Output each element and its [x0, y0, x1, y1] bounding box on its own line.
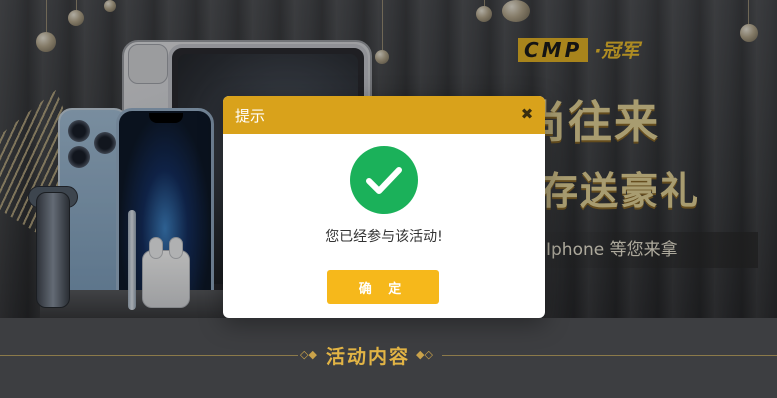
diamond-decoration-left: ◇◆: [300, 348, 317, 361]
divider-line-left: [0, 355, 298, 356]
divider-line-right: [442, 355, 777, 356]
dialog-message: 您已经参与该活动!: [325, 229, 443, 245]
dialog-title: 提示: [235, 106, 266, 125]
dialog-header: 提示 ✖: [223, 96, 545, 134]
close-icon[interactable]: ✖: [519, 106, 535, 122]
alert-dialog: 提示 ✖ 您已经参与该活动! 确 定: [223, 96, 545, 318]
confirm-button[interactable]: 确 定: [327, 270, 439, 304]
success-check-icon: [350, 146, 418, 214]
diamond-decoration-right: ◆◇: [416, 348, 433, 361]
section-title: 活动内容: [326, 346, 411, 368]
